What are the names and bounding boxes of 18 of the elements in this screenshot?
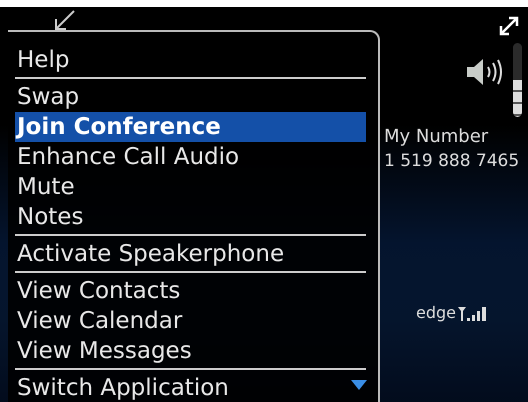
menu-item[interactable]: View Contacts [15, 276, 366, 306]
volume-track[interactable] [513, 43, 522, 117]
speaker-icon[interactable] [465, 57, 505, 87]
network-label: edge [416, 302, 456, 324]
menu-item[interactable]: Join Conference [15, 112, 366, 142]
menu-item[interactable]: View Calendar [15, 306, 366, 336]
menu-item[interactable]: Notes [15, 202, 366, 232]
my-number-label: My Number [384, 125, 490, 149]
menu-item[interactable]: Enhance Call Audio [15, 142, 366, 172]
menu-item[interactable]: Activate Speakerphone [15, 239, 366, 269]
scroll-down-icon[interactable] [351, 380, 367, 390]
my-number-value: 1 519 888 7465 [384, 150, 520, 173]
menu-item[interactable]: Help [15, 45, 366, 75]
menu-item[interactable]: Swap [15, 82, 366, 112]
menu-item[interactable]: Mute [15, 172, 366, 202]
menu-item[interactable]: View Messages [15, 336, 366, 366]
menu-item[interactable]: Switch Application [15, 373, 366, 402]
expand-icon[interactable] [498, 15, 520, 37]
